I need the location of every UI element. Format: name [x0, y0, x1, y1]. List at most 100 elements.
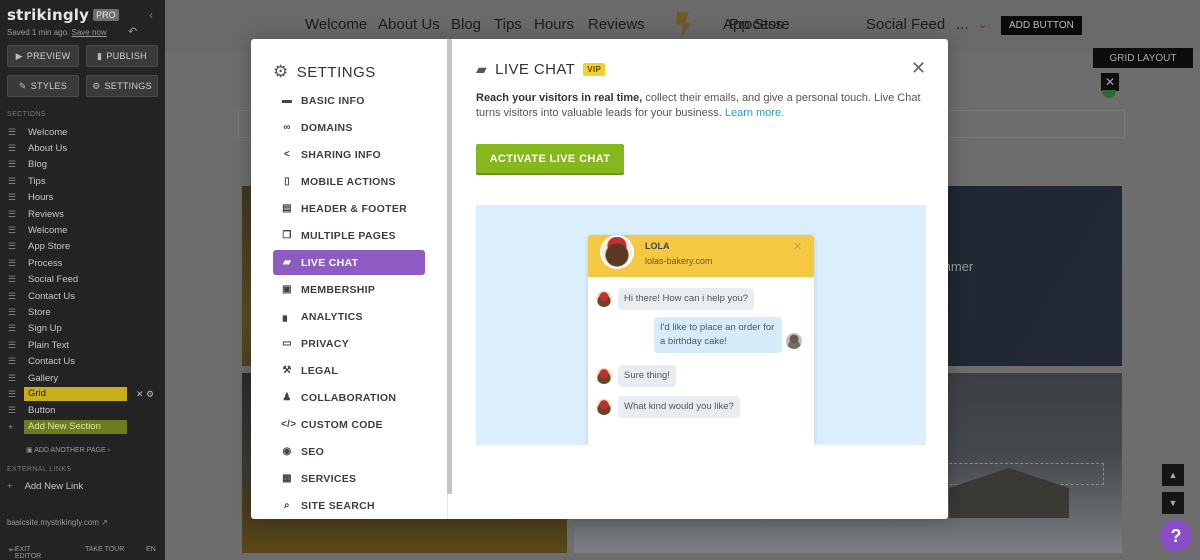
drag-handle-icon[interactable]: ☰ — [0, 159, 28, 170]
publish-button[interactable]: ▮ PUBLISH — [86, 45, 158, 67]
nav-link[interactable]: Blog — [451, 16, 481, 33]
drag-handle-icon[interactable]: ☰ — [0, 405, 28, 416]
settings-item-header-footer[interactable]: ▤ HEADER & FOOTER — [273, 195, 425, 222]
settings-item-privacy[interactable]: ▭ PRIVACY — [273, 330, 425, 357]
activate-live-chat-button[interactable]: ACTIVATE LIVE CHAT — [476, 144, 624, 175]
settings-item-label: MOBILE ACTIONS — [301, 175, 396, 188]
section-label: Store — [28, 306, 51, 318]
section-item[interactable]: ☰ Contact Us — [0, 353, 165, 369]
site-url-link[interactable]: basicsite.mystrikingly.com ↗ — [7, 518, 108, 527]
live-chat-panel: ▰ LIVE CHAT VIP ✕ Reach your visitors in… — [476, 39, 948, 519]
drag-handle-icon[interactable]: ☰ — [0, 176, 28, 187]
drag-handle-icon[interactable]: ☰ — [0, 356, 28, 367]
drag-handle-icon[interactable]: ☰ — [0, 258, 28, 269]
drag-handle-icon[interactable]: ☰ — [0, 373, 28, 384]
settings-item-site-search[interactable]: ⌕ SITE SEARCH — [273, 492, 425, 519]
section-item[interactable]: ☰ Gallery — [0, 370, 165, 386]
move-up-icon[interactable]: ▲ — [1162, 464, 1184, 486]
settings-nav-scrollbar[interactable] — [447, 39, 452, 494]
nav-link[interactable]: Tips — [494, 16, 522, 33]
section-label: Contact Us — [28, 356, 75, 368]
strikingly-logo[interactable]: strikingly — [7, 6, 89, 24]
settings-item-analytics[interactable]: ▖ ANALYTICS — [273, 303, 425, 330]
drag-handle-icon[interactable]: ☰ — [0, 225, 28, 236]
section-item[interactable]: ☰ Grid ✕ ⚙ — [0, 386, 165, 402]
section-item[interactable]: ☰ Welcome — [0, 124, 165, 140]
section-item[interactable]: ☰ Reviews — [0, 206, 165, 222]
drag-handle-icon[interactable]: ☰ — [0, 323, 28, 334]
section-item[interactable]: ☰ Contact Us — [0, 288, 165, 304]
drag-handle-icon[interactable]: ☰ — [0, 127, 28, 138]
nav-link[interactable]: Reviews — [588, 16, 645, 33]
nav-link[interactable]: Welcome — [305, 16, 367, 33]
save-now-link[interactable]: Save now — [72, 28, 107, 37]
settings-item-basic-info[interactable]: ▬ BASIC INFO — [273, 87, 425, 114]
preview-button[interactable]: ▶ PREVIEW — [7, 45, 79, 67]
section-item[interactable]: ☰ Social Feed — [0, 272, 165, 288]
save-status: Saved 1 min ago. Save now — [7, 28, 107, 37]
drag-handle-icon[interactable]: ☰ — [0, 209, 28, 220]
close-icon[interactable]: ✕ — [911, 58, 926, 79]
settings-item-mobile-actions[interactable]: ▯ MOBILE ACTIONS — [273, 168, 425, 195]
move-down-icon[interactable]: ▼ — [1162, 492, 1184, 514]
grid-layout-button[interactable]: GRID LAYOUT — [1093, 48, 1193, 68]
drag-handle-icon[interactable]: ☰ — [0, 291, 28, 302]
live-chat-title: ▰ LIVE CHAT VIP — [476, 61, 606, 78]
publish-icon: ▮ — [97, 50, 103, 61]
drag-handle-icon[interactable]: ☰ — [0, 192, 28, 203]
section-item[interactable]: ☰ Blog — [0, 157, 165, 173]
settings-item-collaboration[interactable]: ♟ COLLABORATION — [273, 384, 425, 411]
settings-item-custom-code[interactable]: </> CUSTOM CODE — [273, 411, 425, 438]
settings-modal: ⚙ SETTINGS ▬ BASIC INFO ∞ DOMAINS < SHARING I… — [251, 39, 948, 519]
nav-link[interactable]: Social Feed — [866, 16, 945, 33]
section-item[interactable]: ☰ About Us — [0, 140, 165, 156]
add-new-section-button[interactable]: + Add New Section — [0, 419, 165, 435]
settings-item-legal[interactable]: ⚒ LEGAL — [273, 357, 425, 384]
drag-handle-icon[interactable]: ☰ — [0, 307, 28, 318]
settings-button[interactable]: ⚙ SETTINGS — [86, 75, 158, 97]
section-item[interactable]: ☰ Store — [0, 304, 165, 320]
close-icon[interactable]: ✕ — [1101, 73, 1119, 91]
settings-item-membership[interactable]: ▣ MEMBERSHIP — [273, 276, 425, 303]
drag-handle-icon[interactable]: ☰ — [0, 274, 28, 285]
language-button[interactable]: EN — [146, 546, 156, 553]
add-new-link[interactable]: + Add New Link — [7, 481, 83, 492]
nav-link[interactable]: Hours — [534, 16, 574, 33]
settings-item-sharing-info[interactable]: < SHARING INFO — [273, 141, 425, 168]
settings-item-seo[interactable]: ◉ SEO — [273, 438, 425, 465]
section-item[interactable]: ☰ Tips — [0, 173, 165, 189]
section-item[interactable]: ☰ Process — [0, 255, 165, 271]
learn-more-link[interactable]: Learn more. — [725, 107, 784, 119]
drag-handle-icon[interactable]: ☰ — [0, 143, 28, 154]
undo-icon[interactable]: ↶ — [128, 25, 137, 38]
drag-handle-icon[interactable]: ☰ — [0, 340, 28, 351]
section-item[interactable]: ☰ Sign Up — [0, 321, 165, 337]
section-item[interactable]: ☰ App Store — [0, 239, 165, 255]
take-tour-button[interactable]: TAKE TOUR — [85, 546, 124, 553]
message-bubble: Hi there! How can i help you? — [618, 288, 755, 310]
nav-link[interactable]: About Us — [378, 16, 440, 33]
section-tools-icon[interactable]: ✕ ⚙ — [136, 389, 154, 400]
settings-item-domains[interactable]: ∞ DOMAINS — [273, 114, 425, 141]
nav-more[interactable]: ... — [956, 16, 969, 33]
membership-icon: ▣ — [282, 284, 292, 295]
chat-icon: ▰ — [283, 257, 291, 268]
section-item[interactable]: ☰ Button — [0, 403, 165, 419]
help-button[interactable]: ? — [1160, 520, 1192, 552]
section-item[interactable]: ☰ Hours — [0, 190, 165, 206]
nav-link[interactable]: Process — [729, 16, 783, 33]
agent-site: lolas-bakery.com — [645, 256, 713, 266]
section-item[interactable]: ☰ Plain Text — [0, 337, 165, 353]
add-button[interactable]: ADD BUTTON — [1001, 16, 1082, 35]
settings-item-multiple-pages[interactable]: ❐ MULTIPLE PAGES — [273, 222, 425, 249]
settings-item-live-chat[interactable]: ▰ LIVE CHAT — [273, 250, 425, 275]
settings-item-services[interactable]: ▦ SERVICES — [273, 465, 425, 492]
section-item[interactable]: ☰ Welcome — [0, 222, 165, 238]
collapse-sidebar-icon[interactable]: ‹ — [149, 8, 153, 22]
add-another-page-link[interactable]: ▣ ADD ANOTHER PAGE › — [26, 446, 110, 454]
chevron-down-icon[interactable]: ⌄ — [978, 18, 987, 31]
exit-editor-button[interactable]: ⇤ EXIT EDITOR — [9, 546, 41, 560]
styles-button[interactable]: ✎ STYLES — [7, 75, 79, 97]
drag-handle-icon[interactable]: ☰ — [0, 241, 28, 252]
section-label: Process — [28, 257, 63, 269]
